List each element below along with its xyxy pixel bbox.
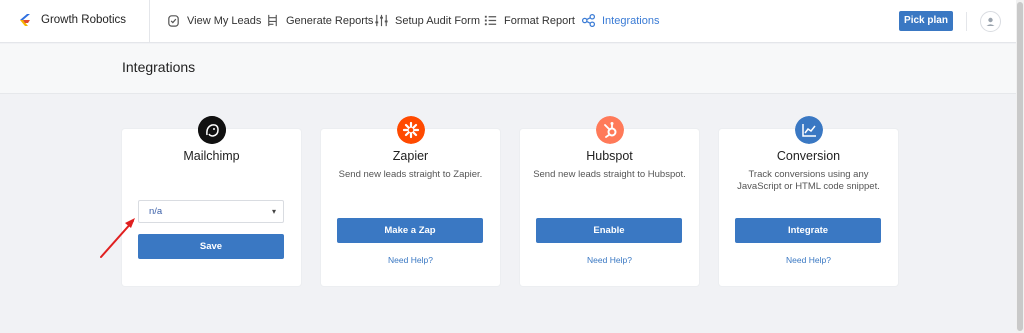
pick-plan-button[interactable]: Pick plan	[899, 11, 953, 31]
zapier-card: Zapier Send new leads straight to Zapier…	[321, 129, 500, 286]
brand[interactable]: Growth Robotics	[18, 12, 126, 28]
select-value: n/a	[149, 206, 163, 217]
nav-label: Format Report	[504, 14, 575, 27]
brand-name: Growth Robotics	[41, 14, 127, 26]
card-description: Send new leads straight to Zapier.	[338, 169, 483, 180]
scrollbar-thumb[interactable]	[1017, 2, 1023, 331]
card-description: Send new leads straight to Hubspot.	[533, 169, 686, 180]
growth-robotics-logo-icon	[20, 14, 30, 26]
mailchimp-icon	[198, 116, 226, 144]
hubspot-card: Hubspot Send new leads straight to Hubsp…	[520, 129, 699, 286]
nav-generate-reports[interactable]: Generate Reports	[265, 13, 373, 28]
annotation-arrow-icon	[100, 218, 135, 258]
chevron-down-icon: ▾	[271, 207, 276, 216]
enable-button[interactable]: Enable	[536, 218, 682, 243]
nav-label: Generate Reports	[286, 14, 374, 27]
make-a-zap-button[interactable]: Make a Zap	[337, 218, 483, 243]
clipboard-check-icon	[168, 15, 179, 27]
mailchimp-list-select[interactable]: n/a ▾	[138, 200, 284, 223]
top-navigation-bar: Growth Robotics View My Leads Generate R…	[0, 0, 1016, 43]
nav-label: View My Leads	[187, 14, 262, 27]
mailchimp-card: Mailchimp n/a ▾ Save	[122, 129, 301, 286]
zapier-icon	[397, 116, 425, 144]
nav-label: Integrations	[602, 14, 660, 27]
need-help-link[interactable]: Need Help?	[719, 255, 898, 265]
hubspot-icon	[596, 116, 624, 144]
need-help-link[interactable]: Need Help?	[520, 255, 699, 265]
card-title: Conversion	[776, 149, 841, 163]
chart-line-icon	[795, 116, 823, 144]
card-description: Track conversions using any JavaScript o…	[737, 169, 880, 192]
conversion-card: Conversion Track conversions using any J…	[719, 129, 898, 286]
user-icon	[986, 17, 995, 26]
nav-label: Setup Audit Form	[395, 14, 480, 27]
list-icon	[484, 15, 497, 26]
sliders-icon	[375, 14, 388, 27]
page-title: Integrations	[122, 59, 196, 75]
nav-format-report[interactable]: Format Report	[483, 13, 575, 28]
save-button[interactable]: Save	[138, 234, 284, 259]
integrations-icon	[581, 13, 596, 28]
brand-divider	[149, 0, 150, 43]
card-title: Zapier	[392, 149, 429, 163]
report-icon	[268, 14, 277, 27]
card-title: Hubspot	[586, 149, 633, 163]
nav-integrations[interactable]: Integrations	[581, 13, 659, 28]
header-divider	[966, 12, 967, 31]
nav-setup-audit-form[interactable]: Setup Audit Form	[374, 13, 480, 28]
need-help-link[interactable]: Need Help?	[321, 255, 500, 265]
card-title: Mailchimp	[183, 149, 240, 163]
integrate-button[interactable]: Integrate	[735, 218, 881, 243]
avatar[interactable]	[980, 11, 1001, 32]
nav-view-my-leads[interactable]: View My Leads	[166, 13, 261, 28]
